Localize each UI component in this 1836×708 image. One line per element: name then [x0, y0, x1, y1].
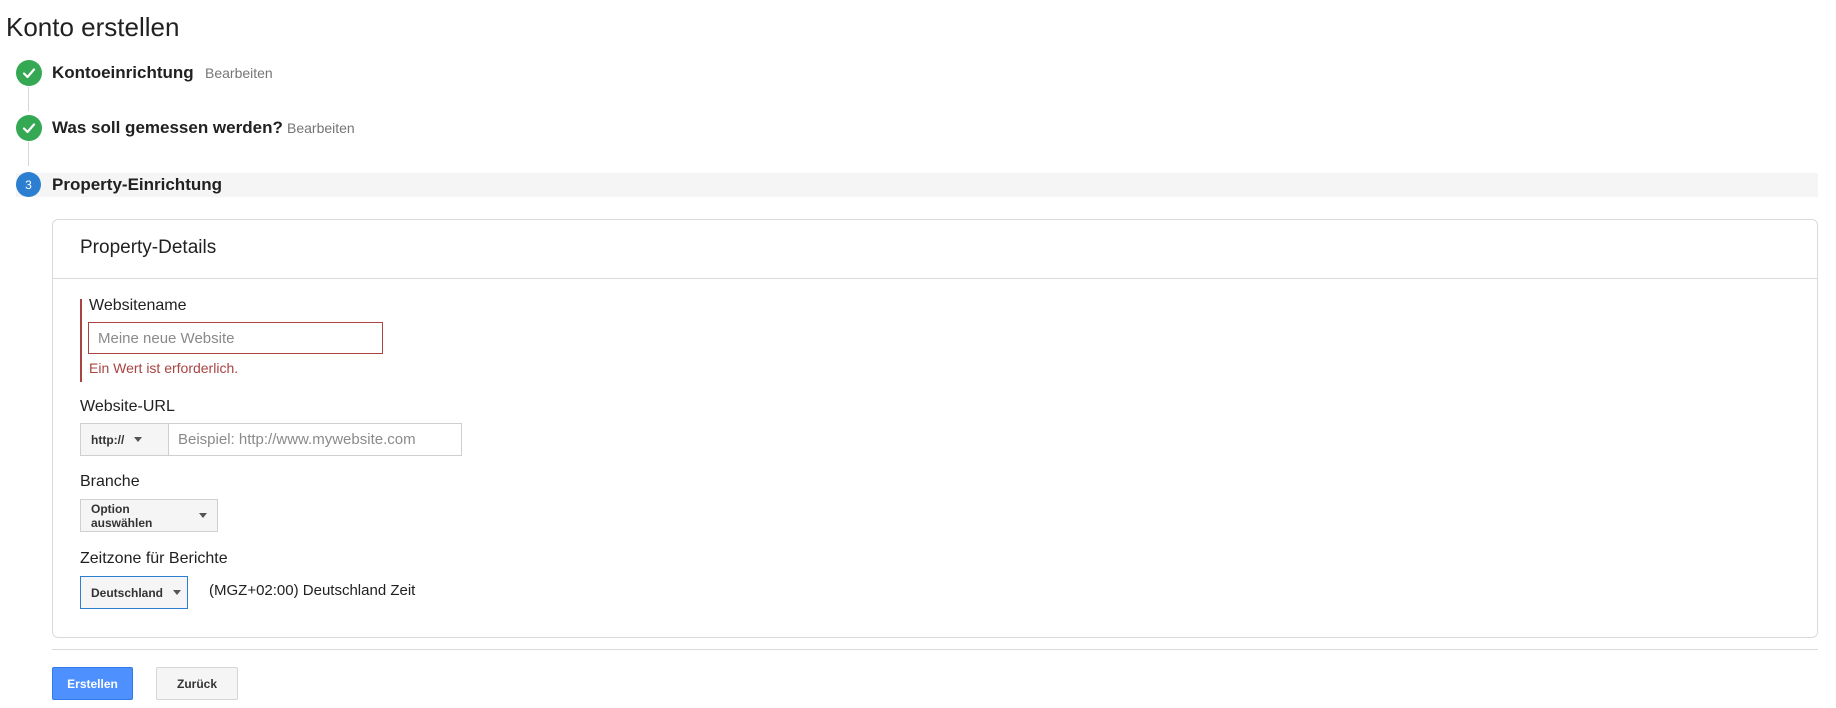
caret-down-icon — [199, 513, 207, 518]
step-number-badge: 3 — [16, 172, 41, 197]
step-edit-link[interactable]: Bearbeiten — [205, 65, 273, 81]
website-url-label: Website-URL — [80, 398, 175, 415]
protocol-value: http:// — [91, 432, 125, 447]
create-button[interactable]: Erstellen — [52, 667, 133, 700]
caret-down-icon — [134, 437, 143, 442]
caret-down-icon — [173, 590, 182, 595]
timezone-country-value: Deutschland — [91, 585, 164, 600]
create-account-page: Konto erstellen Kontoeinrichtung Bearbei… — [0, 0, 1836, 708]
check-icon — [16, 60, 42, 86]
website-url-input[interactable] — [168, 423, 462, 456]
step-connector — [28, 87, 29, 111]
error-indicator — [80, 299, 82, 382]
industry-label: Branche — [80, 473, 140, 490]
step-connector — [28, 142, 29, 166]
active-step-bar — [16, 173, 1818, 197]
step-title: Property-Einrichtung — [52, 175, 223, 194]
actions-divider — [52, 649, 1818, 650]
timezone-country-dropdown[interactable]: Deutschland — [80, 576, 188, 609]
website-name-input[interactable] — [88, 322, 383, 354]
protocol-dropdown[interactable]: http:// — [80, 423, 169, 456]
industry-dropdown[interactable]: Option auswählen — [80, 499, 218, 532]
industry-value: Option auswählen — [91, 501, 153, 530]
back-button[interactable]: Zurück — [156, 667, 238, 700]
page-title: Konto erstellen — [6, 12, 180, 42]
check-icon — [16, 115, 42, 141]
step-title: Was soll gemessen werden? — [52, 118, 283, 137]
timezone-zone-text: (MGZ+02:00) Deutschland Zeit — [209, 582, 416, 599]
card-title: Property-Details — [53, 220, 1817, 279]
step-title: Kontoeinrichtung — [52, 63, 194, 82]
website-name-error: Ein Wert ist erforderlich. — [89, 360, 239, 376]
property-details-card: Property-Details Websitename Ein Wert is… — [52, 219, 1818, 638]
step-edit-link[interactable]: Bearbeiten — [287, 120, 355, 136]
timezone-label: Zeitzone für Berichte — [80, 550, 228, 567]
website-name-label: Websitename — [89, 297, 187, 314]
